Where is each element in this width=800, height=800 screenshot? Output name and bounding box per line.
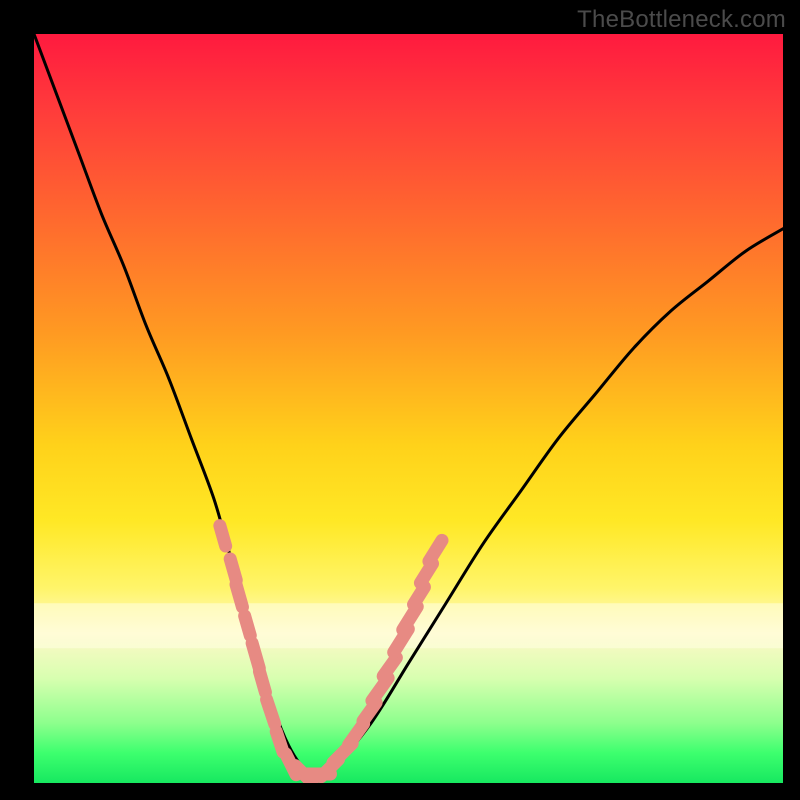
highlight-marker <box>383 658 396 677</box>
highlight-marker <box>230 559 236 580</box>
highlight-marker <box>259 671 265 692</box>
highlight-marker <box>236 584 242 607</box>
outer-frame: TheBottleneck.com <box>0 0 800 800</box>
marker-group <box>220 526 442 783</box>
highlight-marker <box>414 587 425 604</box>
highlight-marker <box>429 540 442 561</box>
highlight-marker <box>252 643 259 668</box>
highlight-marker <box>220 526 226 546</box>
chart-svg <box>34 34 783 783</box>
highlight-marker <box>245 616 251 636</box>
plot-area <box>34 34 783 783</box>
bottleneck-curve-path <box>34 34 783 776</box>
watermark-text: TheBottleneck.com <box>577 6 786 34</box>
highlight-marker <box>267 700 275 725</box>
